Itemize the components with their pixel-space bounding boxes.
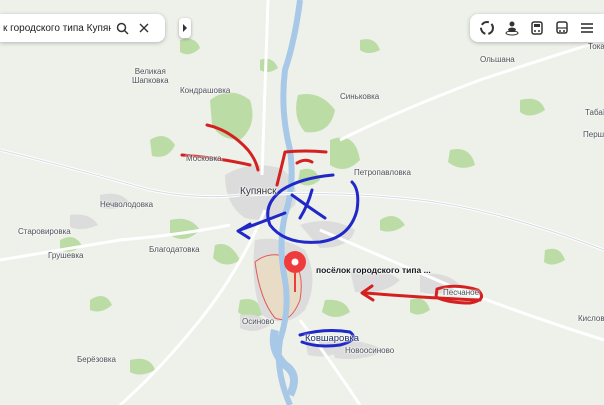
place-kondrashovka: Кондрашовка (180, 86, 231, 95)
place-persh: Перш (583, 130, 604, 139)
menu-icon (581, 23, 594, 33)
close-icon[interactable] (133, 17, 155, 39)
place-grushevka: Грушевка (48, 251, 84, 260)
transport-icon (556, 21, 568, 34)
place-kupyansk: Купянск (240, 186, 277, 197)
place-velikaya-shapkovka: Великая Шапковка (132, 67, 169, 85)
place-nechvolodovka: Нечволодовка (100, 200, 154, 209)
collapse-panel-button[interactable] (179, 18, 191, 38)
place-berezovka: Берёзовка (77, 355, 116, 364)
layers-icon (479, 21, 494, 35)
place-sinkovka: Синьковка (340, 92, 380, 101)
place-novoosinovo: Новоосиново (345, 346, 395, 355)
place-tabaev: Табаїв (585, 108, 604, 117)
place-kovsharovka: Ковшаровка (305, 333, 360, 344)
place-osinovo: Осиново (242, 317, 275, 326)
traffic-icon (531, 21, 543, 35)
layers-button[interactable] (477, 18, 497, 38)
place-peschanoe: Песчаное (443, 288, 480, 297)
place-starovirovka: Старовировка (18, 227, 71, 236)
place-kislov: Кислов (578, 314, 604, 323)
place-olshana: Ольшана (480, 55, 515, 64)
panorama-button[interactable] (502, 18, 522, 38)
search-box (0, 14, 165, 42)
search-icon[interactable] (111, 17, 133, 39)
place-petropavlovka: Петропавловка (354, 168, 411, 177)
menu-button[interactable] (577, 18, 597, 38)
traffic-button[interactable] (527, 18, 547, 38)
place-blagodatovka: Благодатовка (149, 245, 200, 254)
place-tokar: Токар (588, 42, 604, 51)
map-toolbar (470, 14, 604, 42)
search-input[interactable] (0, 22, 111, 34)
panorama-icon (505, 21, 519, 36)
place-moskovka: Москoвка (186, 154, 222, 163)
transport-button[interactable] (552, 18, 572, 38)
chevron-right-icon (183, 24, 187, 32)
pin-label[interactable]: посёлок городского типа ... (316, 265, 431, 275)
